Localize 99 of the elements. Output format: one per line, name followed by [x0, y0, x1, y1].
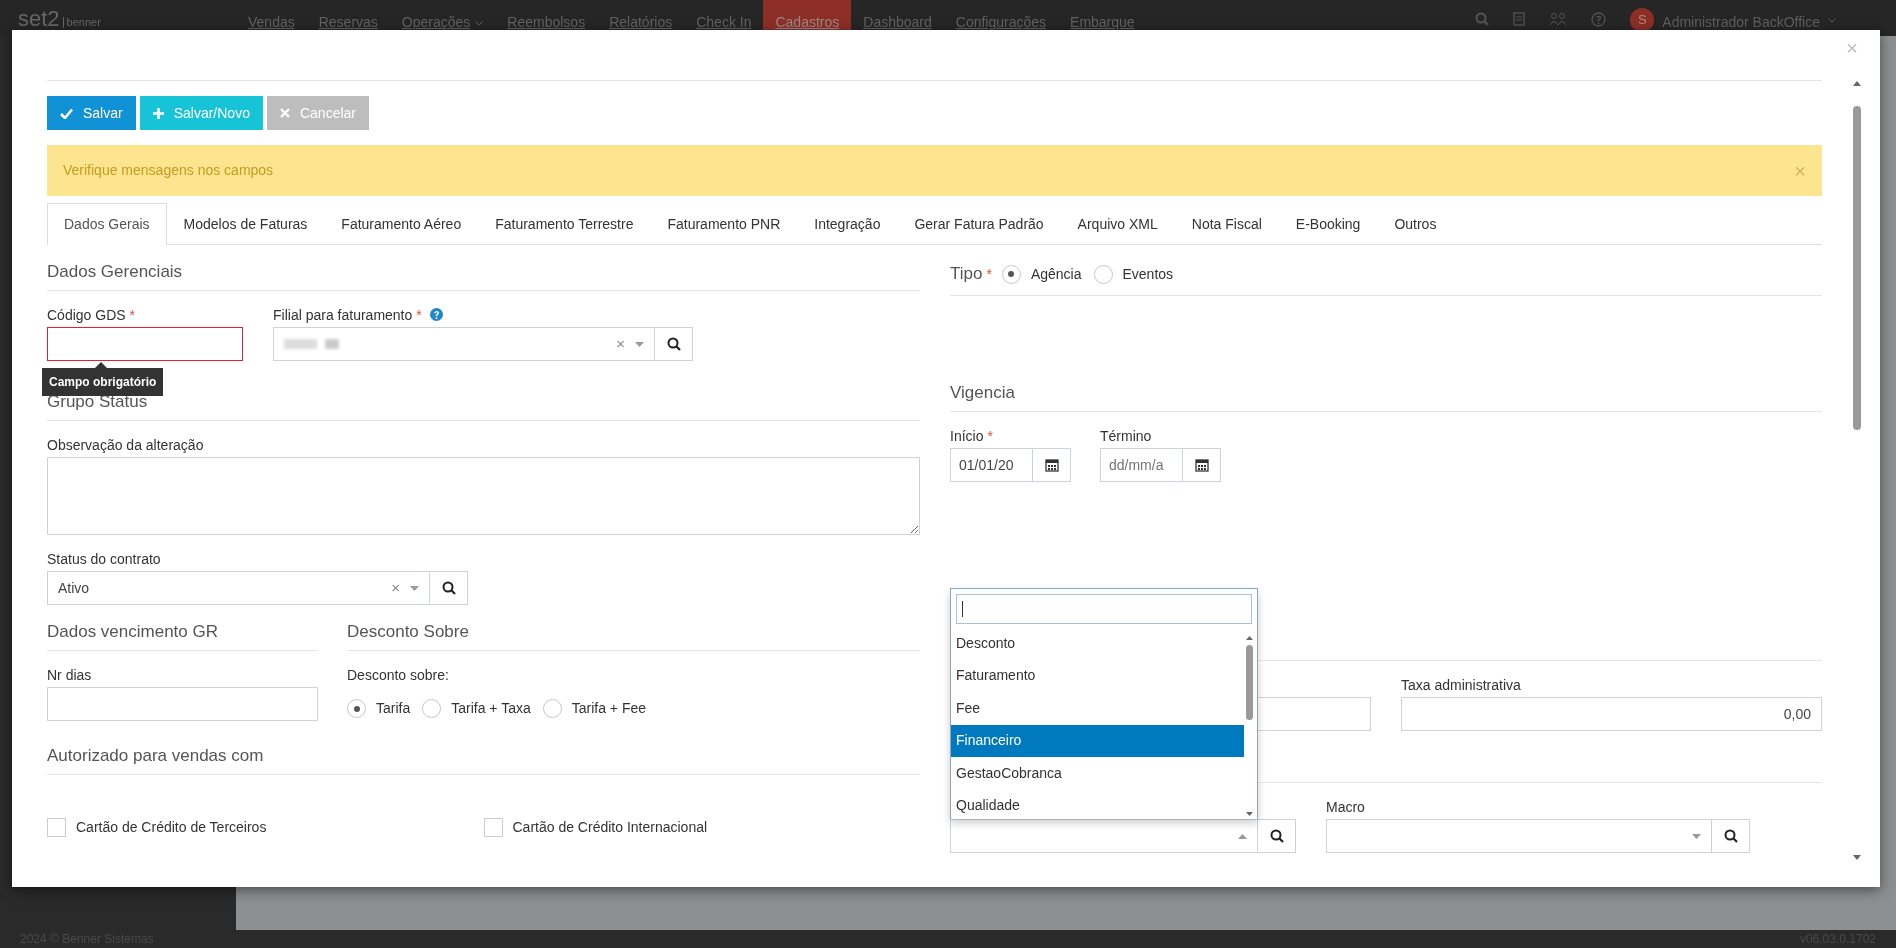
tab[interactable]: E-Booking: [1278, 203, 1378, 245]
dropdown-option[interactable]: Faturamento: [951, 659, 1244, 692]
field-label: Código GDS *: [47, 306, 137, 324]
field-label: Macro: [1326, 798, 1366, 816]
field-label: Término: [1100, 427, 1153, 445]
nav-item[interactable]: Operações: [389, 0, 496, 36]
field-label: Desconto sobre:: [347, 666, 450, 684]
date-input[interactable]: dd/mm/a: [1100, 448, 1183, 482]
calendar-icon: [1194, 458, 1209, 472]
required-mark: *: [987, 428, 993, 444]
field-label: Status do contrato: [47, 550, 162, 568]
user-avatar[interactable]: S: [1630, 8, 1655, 32]
caret-down-icon: [1692, 833, 1701, 839]
tab[interactable]: Gerar Fatura Padrão: [897, 203, 1061, 245]
date-input[interactable]: 01/01/20: [950, 448, 1033, 482]
document-icon[interactable]: [1513, 12, 1526, 26]
caret-up-icon: [1238, 833, 1247, 839]
radio-label: Tarifa + Taxa: [451, 699, 531, 718]
radio-label: Eventos: [1122, 264, 1174, 284]
clear-icon[interactable]: ×: [616, 332, 625, 356]
tab[interactable]: Outros: [1377, 203, 1454, 245]
checkbox[interactable]: [483, 818, 503, 837]
select-field[interactable]: [950, 819, 1258, 853]
section-title: Grupo Status: [47, 389, 920, 421]
checkbox-label: Cartão de Crédito de Terceiros: [76, 818, 267, 837]
tooltip: Campo obrigatório: [42, 368, 164, 396]
radio-label: Tarifa: [376, 699, 411, 718]
tab[interactable]: Modelos de Faturas: [166, 203, 325, 245]
plus-icon: [152, 107, 164, 119]
caret-down-icon: [410, 585, 419, 591]
help-icon[interactable]: [429, 308, 443, 321]
text-area[interactable]: [47, 457, 920, 535]
scroll-up-icon: [1850, 79, 1864, 88]
field-label: Início *: [950, 427, 994, 445]
field-label: Observação da alteração: [47, 436, 205, 454]
required-mark: *: [416, 307, 422, 323]
select-value: Ativo: [58, 578, 91, 598]
caret-down-icon: [635, 341, 644, 347]
tab[interactable]: Integração: [797, 203, 898, 245]
field-label: Taxa administrativa: [1401, 676, 1522, 694]
search-icon: [441, 581, 456, 595]
number-input[interactable]: 0,00: [1401, 697, 1822, 731]
check-icon: [60, 107, 73, 119]
dropdown-option[interactable]: Fee: [951, 692, 1244, 725]
scroll-down-icon: [1850, 854, 1864, 862]
section-title: Dados vencimento GR: [47, 619, 318, 651]
dropdown-option[interactable]: Desconto: [951, 627, 1244, 660]
select-field[interactable]: ×: [273, 327, 655, 361]
section-title: Desconto Sobre: [347, 619, 920, 651]
field-label: Nr dias: [47, 666, 93, 684]
radio-label: Agência: [1030, 264, 1082, 284]
scroll-thumb[interactable]: [1853, 106, 1861, 430]
search-icon[interactable]: [1475, 12, 1490, 26]
scroll-down-icon: [1245, 811, 1254, 817]
select-field[interactable]: Ativo ×: [47, 571, 430, 605]
section-title: Autorizado para vendas com: [47, 743, 920, 775]
search-button[interactable]: [1712, 819, 1750, 853]
radio-label: Tarifa + Fee: [571, 699, 647, 718]
checkbox[interactable]: [47, 818, 66, 837]
section-title: Tipo: [950, 263, 983, 286]
scroll-thumb[interactable]: [1246, 645, 1253, 720]
tab[interactable]: Dados Gerais: [47, 203, 167, 245]
calendar-button[interactable]: [1033, 448, 1071, 482]
scroll-up-icon: [1245, 635, 1254, 642]
required-mark: *: [129, 307, 136, 323]
alert-message: Verifique mensagens nos campos: [63, 161, 274, 180]
clear-icon[interactable]: ×: [391, 576, 400, 600]
tab[interactable]: Nota Fiscal: [1174, 203, 1279, 245]
dropdown-option[interactable]: Qualidade: [951, 789, 1244, 822]
redacted-value: [284, 338, 339, 349]
section-title: Dados Gerenciais: [47, 259, 920, 291]
field-label: Filial para faturamento *: [273, 305, 693, 324]
tab[interactable]: Faturamento PNR: [650, 203, 798, 245]
logo: set2: [18, 8, 60, 30]
calendar-icon: [1044, 458, 1059, 472]
select-field[interactable]: [1326, 819, 1712, 853]
tab[interactable]: Faturamento Terrestre: [478, 203, 651, 245]
search-icon: [666, 337, 681, 351]
chevron-down-icon: [1828, 18, 1836, 23]
dropdown-option[interactable]: GestaoCobranca: [951, 757, 1244, 790]
search-button[interactable]: [655, 327, 693, 361]
calendar-button[interactable]: [1183, 448, 1221, 482]
section-title: Vigencia: [950, 380, 1822, 412]
search-field[interactable]: [956, 594, 1252, 624]
search-button[interactable]: [1258, 819, 1296, 853]
text-input[interactable]: [47, 327, 243, 361]
checkbox-label: Cartão de Crédito Internacional: [512, 818, 708, 837]
required-mark: *: [986, 264, 992, 284]
tab[interactable]: Arquivo XML: [1060, 203, 1175, 245]
search-icon: [1723, 829, 1738, 843]
logo-subtitle: benner: [62, 17, 101, 28]
x-icon: [279, 108, 290, 118]
help-icon[interactable]: [1591, 12, 1607, 27]
search-icon: [1269, 829, 1284, 843]
save-button[interactable]: Salvar: [47, 96, 136, 130]
tab[interactable]: Faturamento Aéreo: [324, 203, 479, 245]
dropdown-option[interactable]: Financeiro: [951, 724, 1244, 757]
search-button[interactable]: [430, 571, 468, 605]
people-icon[interactable]: [1549, 12, 1568, 26]
